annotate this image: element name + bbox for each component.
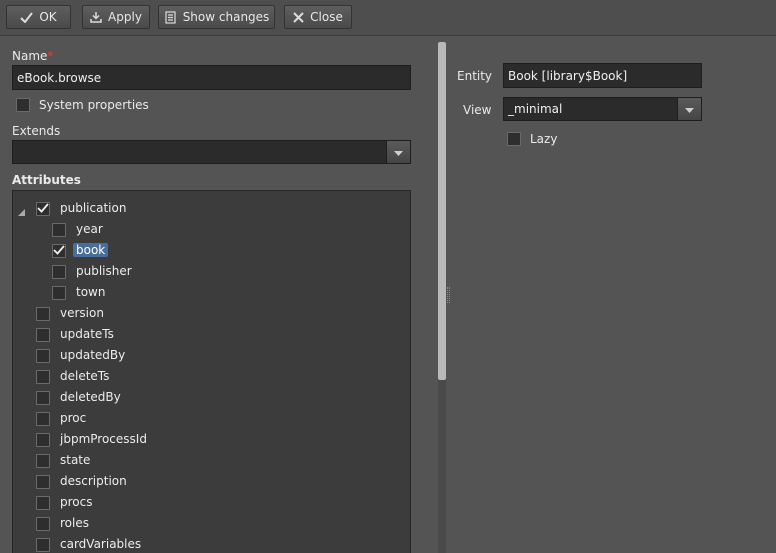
name-field-value: eBook.browse (17, 70, 102, 85)
tree-row-checkbox[interactable] (36, 391, 50, 405)
tree-row-checkbox[interactable] (36, 412, 50, 426)
expand-triangle-icon[interactable] (18, 205, 25, 219)
entity-label: Entity (457, 69, 493, 83)
tree-row-label: publication (60, 201, 127, 215)
checkmark-icon (37, 202, 49, 216)
tree-row-label: updateTs (60, 327, 114, 341)
tree-row-checkbox[interactable] (36, 202, 50, 216)
scrollbar-thumb[interactable] (438, 42, 446, 380)
close-icon (293, 11, 304, 23)
view-select[interactable]: _minimal (503, 97, 702, 121)
close-button[interactable]: Close (284, 5, 352, 29)
tree-row-checkbox[interactable] (36, 454, 50, 468)
tree-row-checkbox[interactable] (36, 307, 50, 321)
apply-button-label: Apply (108, 10, 142, 24)
view-label: View (463, 103, 492, 117)
tree-row[interactable]: publisher (13, 261, 410, 282)
entity-field[interactable]: Book [library$Book] (503, 63, 702, 88)
tree-row-label: publisher (76, 264, 132, 278)
splitter-grip[interactable] (447, 287, 450, 303)
attributes-label: Attributes (12, 173, 81, 187)
tree-row-label: proc (60, 411, 87, 425)
name-label: Name* (12, 49, 53, 63)
extends-dropdown-button[interactable] (386, 141, 410, 163)
tree-row-checkbox[interactable] (52, 265, 66, 279)
tree-row-checkbox[interactable] (36, 496, 50, 510)
extends-label: Extends (12, 124, 61, 138)
tree-row[interactable]: deletedBy (13, 387, 410, 408)
view-select-value: _minimal (508, 102, 563, 116)
tree-row-label: roles (60, 516, 89, 530)
tree-row[interactable]: book (13, 240, 410, 261)
tree-row-label: book (73, 243, 109, 257)
tree-row[interactable]: proc (13, 408, 410, 429)
tree-row-label: version (60, 306, 104, 320)
extends-select[interactable] (12, 140, 411, 164)
tree-row[interactable]: state (13, 450, 410, 471)
vertical-scrollbar[interactable] (438, 42, 446, 553)
tree-row-checkbox[interactable] (52, 244, 66, 258)
attributes-tree[interactable]: publication year book publisher town version u… (12, 190, 411, 553)
check-icon (20, 11, 34, 23)
show-changes-button[interactable]: Show changes (158, 5, 275, 29)
tree-row-checkbox[interactable] (36, 433, 50, 447)
close-button-label: Close (310, 10, 343, 24)
tree-row-checkbox[interactable] (36, 475, 50, 489)
ok-button-label: OK (39, 10, 57, 24)
tree-row-label: jbpmProcessId (60, 432, 147, 446)
tree-row-checkbox[interactable] (36, 328, 50, 342)
tree-row[interactable]: roles (13, 513, 410, 534)
entity-field-value: Book [library$Book] (508, 68, 628, 83)
lazy-checkbox[interactable] (507, 132, 521, 146)
download-icon (90, 11, 102, 23)
show-changes-button-label: Show changes (182, 10, 270, 24)
required-mark: * (47, 49, 54, 63)
tree-row[interactable]: version (13, 303, 410, 324)
tree-row[interactable]: town (13, 282, 410, 303)
tree-row[interactable]: updateTs (13, 324, 410, 345)
tree-row[interactable]: jbpmProcessId (13, 429, 410, 450)
changes-icon (164, 10, 177, 24)
tree-row-label: description (60, 474, 127, 488)
tree-row-label: updatedBy (60, 348, 126, 362)
tree-row[interactable]: publication (13, 198, 410, 219)
tree-row-checkbox[interactable] (36, 517, 50, 531)
tree-row-label: town (76, 285, 106, 299)
tree-row-label: state (60, 453, 91, 467)
toolbar: OK Apply Show changes Close (0, 0, 776, 36)
tree-row[interactable]: deleteTs (13, 366, 410, 387)
tree-row-label: procs (60, 495, 93, 509)
checkmark-icon (53, 244, 65, 258)
tree-row[interactable]: year (13, 219, 410, 240)
tree-row[interactable]: procs (13, 492, 410, 513)
tree-row-checkbox[interactable] (36, 370, 50, 384)
tree-row-checkbox[interactable] (52, 286, 66, 300)
tree-row[interactable]: updatedBy (13, 345, 410, 366)
tree-row-label: deletedBy (60, 390, 121, 404)
tree-row-label: cardVariables (60, 537, 142, 551)
chevron-down-icon (685, 102, 694, 116)
tree-row[interactable]: cardVariables (13, 534, 410, 553)
tree-row-checkbox[interactable] (36, 349, 50, 363)
system-properties-checkbox[interactable] (16, 98, 30, 112)
view-dropdown-button[interactable] (677, 98, 701, 120)
lazy-label: Lazy (530, 132, 558, 146)
tree-row-label: deleteTs (60, 369, 110, 383)
apply-button[interactable]: Apply (82, 5, 150, 29)
system-properties-label: System properties (39, 98, 149, 112)
tree-row-checkbox[interactable] (36, 538, 50, 552)
name-field[interactable]: eBook.browse (12, 65, 411, 90)
tree-row[interactable]: description (13, 471, 410, 492)
name-label-text: Name (12, 49, 48, 63)
ok-button[interactable]: OK (6, 5, 71, 29)
chevron-down-icon (394, 145, 403, 159)
tree-row-label: year (76, 222, 103, 236)
tree-row-checkbox[interactable] (52, 223, 66, 237)
